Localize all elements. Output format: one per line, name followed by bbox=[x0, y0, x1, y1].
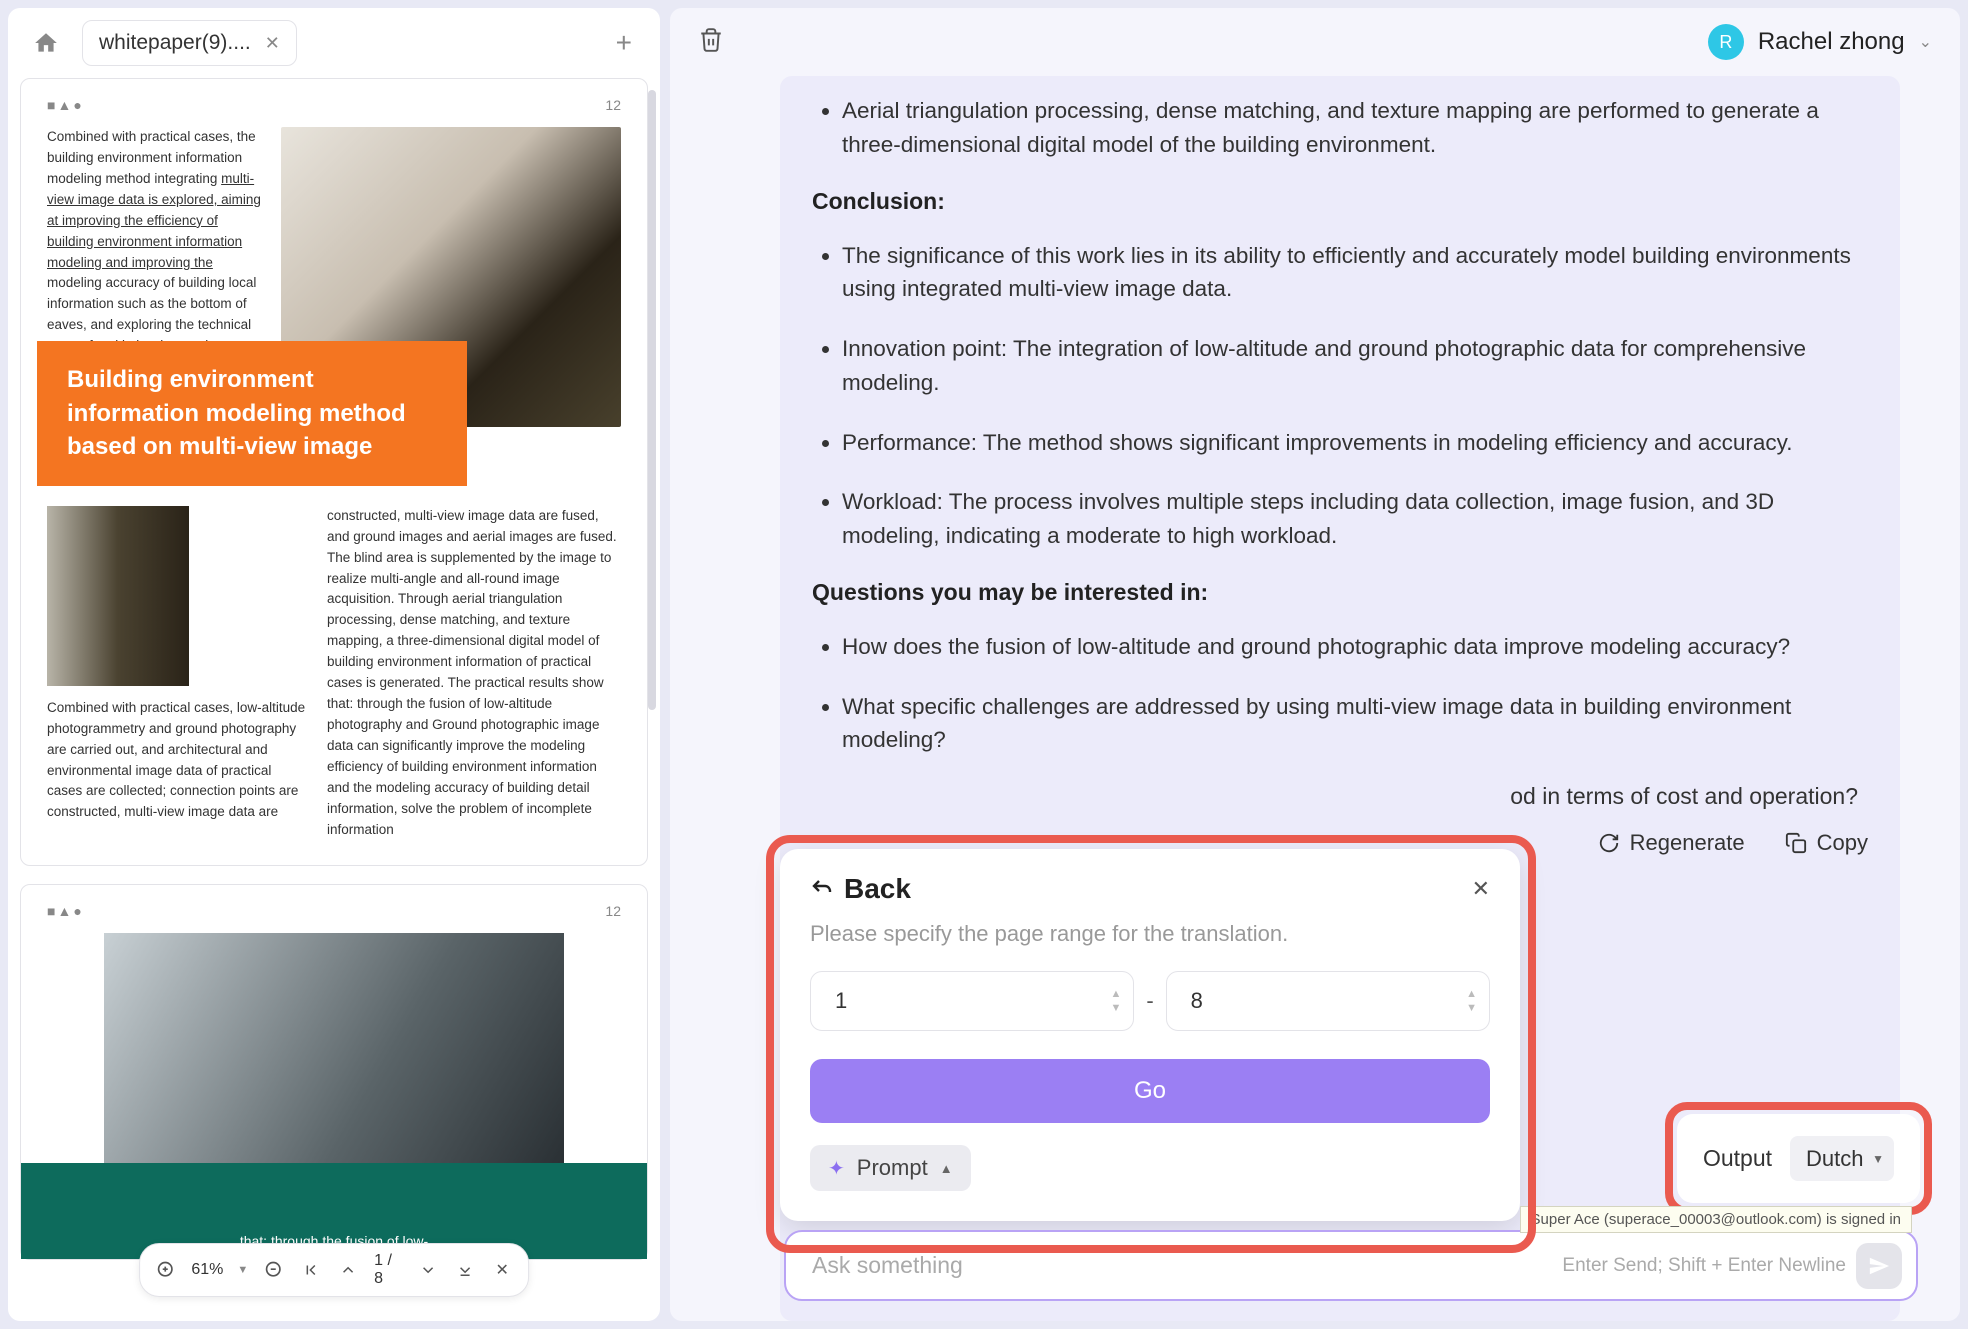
home-button[interactable] bbox=[26, 23, 66, 63]
translation-popup-wrap: Back ✕ Please specify the page range for… bbox=[780, 849, 1520, 1221]
stepper-icon[interactable]: ▲▼ bbox=[1466, 988, 1477, 1014]
output-label: Output bbox=[1703, 1145, 1772, 1172]
close-tab-icon[interactable]: ✕ bbox=[265, 33, 280, 54]
right-header: R Rachel zhong ⌄ bbox=[670, 8, 1960, 76]
tab-bar: whitepaper(9).... ✕ + bbox=[8, 8, 660, 78]
bullet-item: The significance of this work lies in it… bbox=[842, 239, 1868, 307]
tab-label: whitepaper(9).... bbox=[99, 31, 251, 55]
back-arrow-icon bbox=[810, 877, 834, 901]
article-title: Building environment information modelin… bbox=[37, 341, 467, 486]
zoom-in-button[interactable] bbox=[154, 1257, 177, 1283]
bullet-item: How does the fusion of low-altitude and … bbox=[842, 630, 1868, 664]
close-toolbar-button[interactable]: ✕ bbox=[491, 1257, 514, 1283]
close-popup-button[interactable]: ✕ bbox=[1472, 876, 1490, 902]
next-page-button[interactable] bbox=[416, 1257, 439, 1283]
page-from-input[interactable]: 1 ▲▼ bbox=[810, 971, 1134, 1031]
refresh-icon bbox=[1598, 832, 1620, 854]
home-icon bbox=[33, 30, 59, 56]
prev-page-button[interactable] bbox=[337, 1257, 360, 1283]
page-decor-shapes: ■▲● bbox=[47, 903, 84, 919]
document-page: ■▲● 12 Combined with practical cases, th… bbox=[20, 78, 648, 866]
page-image-monitor bbox=[104, 933, 564, 1163]
copy-button[interactable]: Copy bbox=[1785, 830, 1868, 856]
copy-icon bbox=[1785, 832, 1807, 854]
document-page: ■▲● 12 that: through the fusion of low- bbox=[20, 884, 648, 1260]
bullet-item: What specific challenges are addressed b… bbox=[842, 690, 1868, 758]
page-number: 12 bbox=[605, 97, 621, 113]
trash-icon bbox=[698, 27, 724, 53]
chat-input[interactable]: Ask something Enter Send; Shift + Enter … bbox=[784, 1230, 1918, 1301]
regenerate-button[interactable]: Regenerate bbox=[1598, 830, 1745, 856]
page-text-bottom: Combined with practical cases, low-altit… bbox=[47, 698, 307, 824]
send-button[interactable] bbox=[1856, 1243, 1902, 1289]
section-heading: Conclusion: bbox=[812, 188, 1868, 215]
add-tab-button[interactable]: + bbox=[606, 23, 642, 63]
last-page-button[interactable] bbox=[453, 1257, 476, 1283]
prompt-button[interactable]: ✦ Prompt ▲ bbox=[810, 1145, 971, 1191]
left-panel: whitepaper(9).... ✕ + ■▲● 12 Combined wi… bbox=[8, 8, 660, 1321]
bullet-item: Innovation point: The integration of low… bbox=[842, 332, 1868, 400]
chat-hint: Enter Send; Shift + Enter Newline bbox=[1562, 1255, 1846, 1277]
go-button[interactable]: Go bbox=[810, 1059, 1490, 1123]
send-icon bbox=[1868, 1255, 1890, 1277]
right-panel: R Rachel zhong ⌄ Aerial triangulation pr… bbox=[670, 8, 1960, 1321]
signin-tooltip: Super Ace (superace_00003@outlook.com) i… bbox=[1520, 1206, 1912, 1233]
avatar: R bbox=[1708, 24, 1744, 60]
chevron-up-icon: ▲ bbox=[940, 1161, 953, 1176]
page-indicator: 1 / 8 bbox=[374, 1252, 402, 1288]
page-image-worker bbox=[47, 506, 189, 686]
delete-button[interactable] bbox=[698, 27, 724, 58]
popup-message: Please specify the page range for the tr… bbox=[810, 921, 1490, 947]
section-heading: Questions you may be interested in: bbox=[812, 579, 1868, 606]
language-select[interactable]: Dutch bbox=[1790, 1136, 1894, 1181]
username: Rachel zhong bbox=[1758, 28, 1905, 56]
bullet-item: Performance: The method shows significan… bbox=[842, 426, 1868, 460]
stepper-icon[interactable]: ▲▼ bbox=[1110, 988, 1121, 1014]
zoom-out-button[interactable] bbox=[262, 1257, 285, 1283]
sparkle-icon: ✦ bbox=[828, 1156, 845, 1181]
back-button[interactable]: Back bbox=[810, 873, 911, 905]
chevron-down-icon[interactable]: ▼ bbox=[237, 1264, 248, 1276]
first-page-button[interactable] bbox=[300, 1257, 323, 1283]
scrollbar[interactable] bbox=[648, 90, 656, 710]
bullet-item: Workload: The process involves multiple … bbox=[842, 485, 1868, 553]
page-to-input[interactable]: 8 ▲▼ bbox=[1166, 971, 1490, 1031]
chat-placeholder: Ask something bbox=[812, 1252, 963, 1279]
bullet-item-partial: od in terms of cost and operation? bbox=[812, 783, 1868, 810]
chevron-down-icon: ⌄ bbox=[1919, 32, 1932, 52]
page-text-right: constructed, multi-view image data are f… bbox=[327, 506, 621, 841]
bullet-item: Aerial triangulation processing, dense m… bbox=[842, 94, 1868, 162]
output-language-box: Output Dutch ▼ bbox=[1677, 1114, 1920, 1203]
document-toolbar: 61% ▼ 1 / 8 ✕ bbox=[139, 1243, 529, 1297]
zoom-level[interactable]: 61% bbox=[191, 1261, 223, 1279]
document-tab[interactable]: whitepaper(9).... ✕ bbox=[82, 20, 297, 66]
range-dash: - bbox=[1146, 988, 1153, 1014]
translation-popup: Back ✕ Please specify the page range for… bbox=[780, 849, 1520, 1221]
user-menu[interactable]: R Rachel zhong ⌄ bbox=[1708, 24, 1932, 60]
page-decor-shapes: ■▲● bbox=[47, 97, 84, 113]
page-number: 12 bbox=[605, 903, 621, 919]
document-viewer[interactable]: ■▲● 12 Combined with practical cases, th… bbox=[8, 78, 660, 1321]
